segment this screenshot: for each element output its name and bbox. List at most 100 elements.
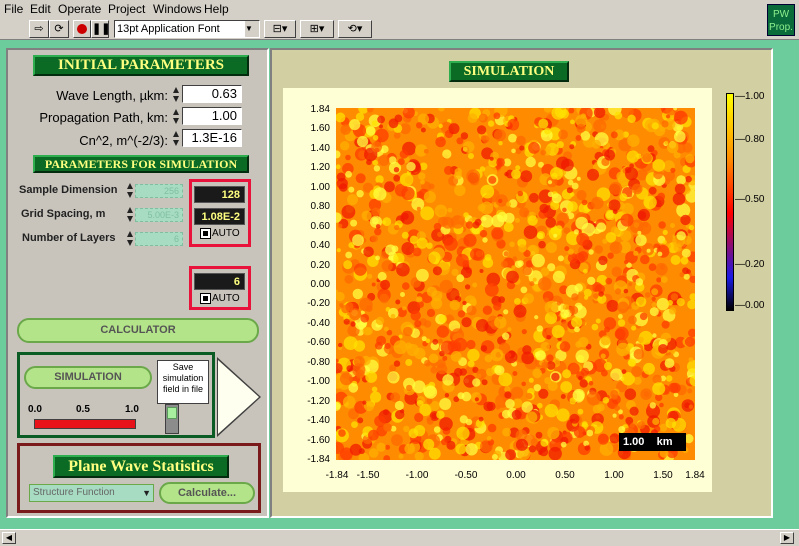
y-tick-label: -1.40 xyxy=(307,415,330,427)
simulation-parameters-title: PARAMETERS FOR SIMULATION xyxy=(33,155,249,173)
progress-tick-2: 1.0 xyxy=(125,404,139,415)
x-tick-label: -1.84 xyxy=(325,470,349,481)
colorbar-tick-label: —0.50 xyxy=(735,194,765,205)
grid-spacing-display: 1.08E-2 xyxy=(194,208,245,225)
simulation-button[interactable]: SIMULATION xyxy=(24,366,152,389)
auto-label: AUTO xyxy=(212,228,240,240)
y-tick-label: -1.84 xyxy=(307,454,330,465)
sample-dimension-display: 128 xyxy=(194,186,245,203)
grid-spacing-input[interactable]: 5.00E-3 xyxy=(135,208,183,222)
calculate-button[interactable]: Calculate... xyxy=(159,482,255,504)
menu-project[interactable]: Project xyxy=(108,2,145,16)
x-tick-label: 0.50 xyxy=(555,470,575,481)
number-of-layers-label: Number of Layers xyxy=(22,232,116,244)
arrow-right-fill-icon xyxy=(218,360,259,434)
y-tick-label: -1.60 xyxy=(307,434,330,446)
propagation-path-label: Propagation Path, km: xyxy=(39,110,168,125)
statistics-select-value: Structure Function xyxy=(33,487,115,498)
menu-operate[interactable]: Operate xyxy=(58,2,101,16)
x-tick-label: -0.50 xyxy=(454,470,478,481)
reorder-icon[interactable]: ⟲▾ xyxy=(338,20,372,38)
chevron-down-icon: ▼ xyxy=(245,21,259,37)
wave-length-field[interactable]: 0.63 xyxy=(182,85,242,103)
save-toggle-switch[interactable] xyxy=(165,404,179,434)
y-tick-label: 1.00 xyxy=(310,181,330,193)
pw-prop-icon: PW Prop. xyxy=(767,4,795,36)
y-tick-label: 0.00 xyxy=(310,279,330,290)
plane-wave-statistics-title: Plane Wave Statistics xyxy=(53,455,229,478)
distribute-icon[interactable]: ⊞▾ xyxy=(300,20,334,38)
statistics-select[interactable]: Structure Function ▼ xyxy=(29,484,154,502)
turbulence-field-image xyxy=(336,108,695,460)
colorbar xyxy=(726,93,734,311)
y-tick-label: 0.40 xyxy=(310,240,330,252)
run-continuous-icon[interactable]: ⟳ xyxy=(49,20,69,38)
progress-tick-1: 0.5 xyxy=(76,404,90,415)
wave-length-spinner-icon[interactable] xyxy=(172,86,180,104)
toolbar: ⇨ ⟳ ❚❚ 13pt Application Font ▼ ⊟▾ ⊞▾ ⟲▾ xyxy=(0,18,799,40)
y-tick-label: 1.20 xyxy=(310,162,330,174)
menu-edit[interactable]: Edit xyxy=(30,2,51,16)
scroll-right-icon[interactable]: ▶ xyxy=(780,532,794,544)
y-tick-label: -1.20 xyxy=(307,395,330,407)
grid-spacing-spinner-icon[interactable] xyxy=(126,206,134,224)
run-arrow-icon[interactable]: ⇨ xyxy=(29,20,49,38)
menu-help[interactable]: Help xyxy=(204,2,229,16)
checkbox-icon xyxy=(200,293,211,304)
layers-display: 6 xyxy=(194,273,245,290)
layers-spinner-icon[interactable] xyxy=(126,230,134,248)
y-tick-label: 0.80 xyxy=(310,201,330,213)
cn2-field[interactable]: 1.3E-16 xyxy=(182,129,242,147)
y-tick-label: 1.40 xyxy=(310,142,330,154)
pause-icon[interactable]: ❚❚ xyxy=(91,20,110,38)
menu-bar: File Edit Operate Project Windows Help xyxy=(0,0,799,18)
colorbar-tick-label: —0.80 xyxy=(735,134,765,145)
align-icon[interactable]: ⊟▾ xyxy=(264,20,296,38)
number-of-layers-input[interactable]: 6 xyxy=(135,232,183,246)
auto-checkbox[interactable]: AUTO xyxy=(200,228,240,239)
progress-fill xyxy=(35,420,135,428)
y-tick-label: -0.20 xyxy=(307,298,330,310)
x-tick-label: 1.00 xyxy=(604,470,624,481)
y-tick-label: 0.60 xyxy=(310,220,330,232)
x-tick-label: -1.00 xyxy=(405,470,429,481)
font-select[interactable]: 13pt Application Font ▼ xyxy=(114,20,260,38)
x-tick-label: 1.84 xyxy=(685,470,705,481)
cn2-spinner-icon[interactable] xyxy=(172,130,180,148)
menu-file[interactable]: File xyxy=(4,2,23,16)
chevron-down-icon: ▼ xyxy=(142,488,151,498)
menu-windows[interactable]: Windows xyxy=(153,2,202,16)
wave-length-label: Wave Length, µkm: xyxy=(56,88,168,103)
grid-spacing-label: Grid Spacing, m xyxy=(21,208,106,220)
propagation-path-field[interactable]: 1.00 xyxy=(182,107,242,125)
y-tick-label: 1.60 xyxy=(310,123,330,135)
y-tick-label: -0.40 xyxy=(307,317,330,329)
initial-parameters-title: INITIAL PARAMETERS xyxy=(33,55,249,76)
auto-layers-checkbox[interactable]: AUTO xyxy=(200,293,240,304)
auto-layers-label: AUTO xyxy=(212,293,240,305)
colorbar-tick-label: —1.00 xyxy=(735,91,765,102)
sample-dimension-input[interactable]: 256 xyxy=(135,184,183,198)
pw-prop-line2: Prop. xyxy=(769,22,793,33)
abort-icon[interactable] xyxy=(73,20,91,38)
progress-bar xyxy=(34,419,136,429)
x-tick-label: 0.00 xyxy=(506,470,526,481)
propagation-spinner-icon[interactable] xyxy=(172,108,180,126)
toggle-knob-icon xyxy=(167,407,177,419)
sample-dimension-label: Sample Dimension xyxy=(19,184,118,196)
y-tick-label: -0.80 xyxy=(307,356,330,368)
sample-dimension-spinner-icon[interactable] xyxy=(126,182,134,200)
calculator-button[interactable]: CALCULATOR xyxy=(17,318,259,343)
pw-prop-line1: PW xyxy=(772,9,790,20)
cn2-label: Cn^2, m^(-2/3): xyxy=(79,133,168,148)
scroll-left-icon[interactable]: ◀ xyxy=(2,532,16,544)
x-tick-label: -1.50 xyxy=(356,470,380,481)
progress-tick-0: 0.0 xyxy=(28,404,42,415)
x-tick-label: 1.50 xyxy=(653,470,673,481)
simulation-title: SIMULATION xyxy=(449,61,569,82)
font-select-value: 13pt Application Font xyxy=(117,23,220,35)
horizontal-scrollbar[interactable]: ◀ ▶ xyxy=(0,529,799,546)
colorbar-tick-label: —0.00 xyxy=(735,300,765,311)
checkbox-icon xyxy=(200,228,211,239)
y-tick-label: -0.60 xyxy=(307,337,330,349)
